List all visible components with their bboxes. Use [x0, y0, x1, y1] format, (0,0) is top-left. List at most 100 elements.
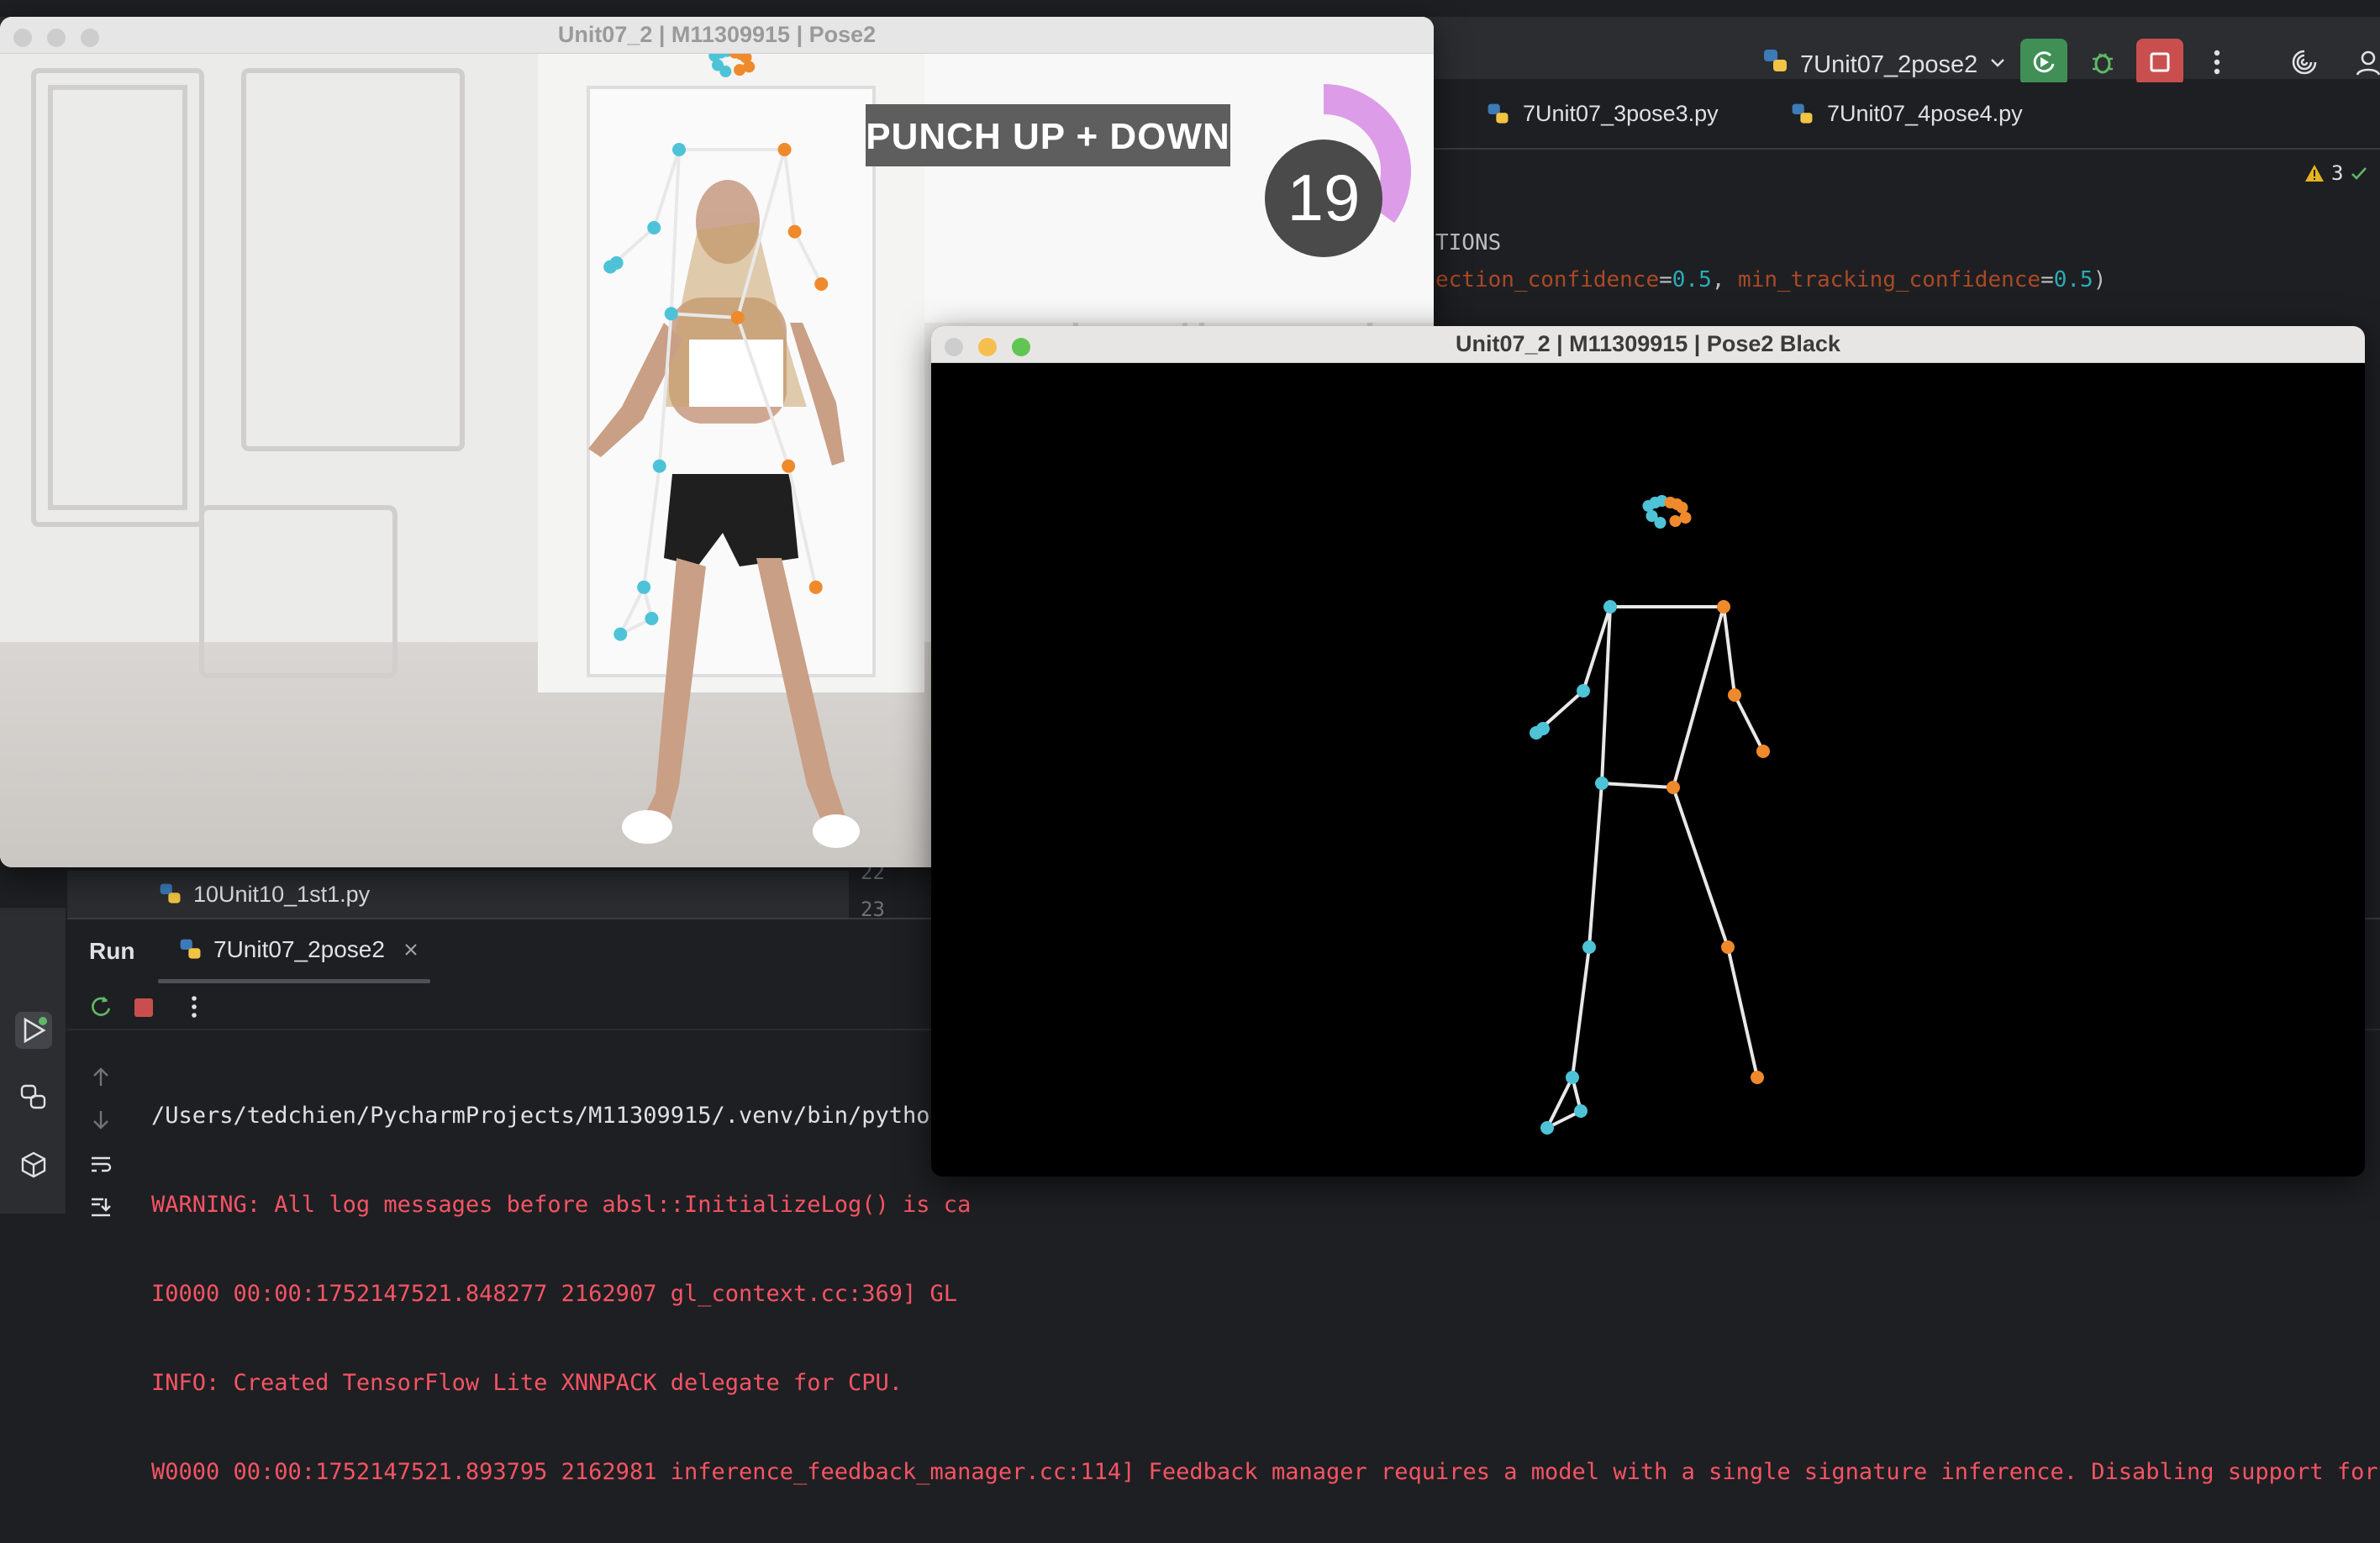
- skeleton-joint: [1574, 1104, 1588, 1118]
- face-landmark: [719, 66, 732, 77]
- window-title-bar[interactable]: Unit07_2 | M11309915 | Pose2 Black: [931, 326, 2365, 363]
- arrow-down-icon[interactable]: [89, 1108, 113, 1131]
- more-options-button[interactable]: [2193, 39, 2240, 86]
- rep-counter: 19: [1287, 161, 1361, 234]
- run-panel-title: Run: [89, 938, 135, 964]
- skeleton-joint: [637, 580, 651, 594]
- close-window-button[interactable]: [945, 338, 963, 356]
- skeleton-joint: [645, 612, 659, 625]
- skeleton-joint: [808, 580, 823, 594]
- tab-7unit07-4pose4[interactable]: 7Unit07_4pose4.py: [1790, 101, 2023, 127]
- console-line: W0000 00:00:1752147521.893795 2162981 in…: [151, 1459, 2380, 1485]
- python-packages-button[interactable]: [15, 1146, 52, 1183]
- account-button[interactable]: [2345, 39, 2380, 86]
- console-line: WARNING: All log messages before absl::I…: [151, 1192, 971, 1218]
- run-icon: [24, 1017, 47, 1044]
- window-title: Unit07_2 | M11309915 | Pose2: [557, 22, 877, 47]
- skeleton-joint: [787, 224, 802, 239]
- run-tab-label: 7Unit07_2pose2: [213, 936, 385, 962]
- skeleton-joint: [1728, 688, 1741, 702]
- code-token: ): [2093, 267, 2107, 292]
- project-file-label: 10Unit10_1st1.py: [193, 881, 371, 907]
- face-landmark: [1654, 517, 1667, 529]
- skeleton-joint: [1540, 1121, 1554, 1135]
- code-line: ection_confidence=0.5, min_tracking_conf…: [1435, 267, 2106, 292]
- run-config-label: 7Unit07_2pose2: [1800, 50, 1978, 78]
- tab-label: 7Unit07_3pose3.py: [1523, 101, 1719, 126]
- face-landmark: [1669, 515, 1682, 527]
- skeleton-joint: [647, 221, 661, 234]
- skeleton-joint: [672, 143, 686, 156]
- minimize-window-button[interactable]: [978, 338, 997, 356]
- stop-button[interactable]: [2136, 39, 2183, 86]
- check-icon: [2351, 167, 2367, 180]
- stop-icon[interactable]: [133, 997, 155, 1019]
- skeleton-joint: [730, 310, 745, 324]
- rerun-icon: [2033, 51, 2055, 73]
- skeleton-joint: [1717, 600, 1730, 614]
- python-icon: [1792, 103, 1813, 124]
- arrow-up-icon[interactable]: [89, 1066, 113, 1089]
- inspection-widget[interactable]: 3: [2304, 161, 2368, 185]
- skeleton-joint: [1721, 940, 1735, 954]
- project-file-item[interactable]: 10Unit10_1st1.py: [67, 871, 849, 918]
- code-line: TIONS: [1435, 230, 1502, 255]
- rerun-button[interactable]: [2020, 39, 2067, 86]
- skeleton-joint: [1566, 1071, 1579, 1084]
- bug-icon: [2093, 53, 2113, 74]
- skeleton-joint: [1536, 722, 1550, 735]
- close-icon[interactable]: [402, 940, 420, 959]
- warning-count: 3: [2331, 161, 2344, 185]
- stop-icon: [2150, 52, 2170, 72]
- code-token: ection_confidence: [1435, 267, 1660, 292]
- console-line: I0000 00:00:1752147521.848277 2162907 gl…: [151, 1281, 958, 1307]
- packages-icon: [21, 1151, 46, 1178]
- python-icon: [1488, 103, 1509, 124]
- pose-black-window[interactable]: Unit07_2 | M11309915 | Pose2 Black: [931, 326, 2365, 1177]
- code-token: 0.5: [2053, 267, 2093, 292]
- face-landmark: [1679, 512, 1692, 524]
- skeleton-joint: [652, 459, 666, 473]
- tab-label: 7Unit07_4pose4.py: [1827, 101, 2023, 126]
- skeleton-joint: [664, 307, 678, 321]
- zoom-window-button[interactable]: [81, 29, 99, 47]
- user-icon: [2356, 50, 2380, 76]
- skeleton-joint: [814, 276, 829, 291]
- skeleton-joint: [609, 255, 624, 270]
- run-tool-button[interactable]: [15, 1012, 52, 1049]
- run-config-selector[interactable]: 7Unit07_2pose2: [1761, 47, 2008, 82]
- python-icon: [180, 939, 201, 959]
- close-window-button[interactable]: [13, 29, 32, 47]
- ai-assistant-button[interactable]: [2281, 39, 2328, 86]
- debug-button[interactable]: [2079, 39, 2126, 86]
- rerun-icon[interactable]: [87, 993, 114, 1020]
- code-token: =: [1659, 267, 1672, 292]
- console-line: INFO: Created TensorFlow Lite XNNPACK de…: [151, 1370, 903, 1396]
- run-tab[interactable]: 7Unit07_2pose2: [178, 936, 420, 963]
- code-token: 0.5: [1672, 267, 1712, 292]
- more-vertical-icon: [2214, 50, 2220, 75]
- exercise-banner: PUNCH UP + DOWN: [866, 116, 1229, 157]
- chevron-down-icon: [1988, 51, 2008, 79]
- skeleton-joint: [777, 143, 792, 156]
- minimize-window-button[interactable]: [47, 29, 66, 47]
- skeleton-joint: [1667, 781, 1680, 794]
- skeleton-joint: [782, 459, 796, 473]
- soft-wrap-icon[interactable]: [89, 1153, 113, 1177]
- python-console-icon: [20, 1084, 46, 1109]
- run-tab-indicator: [158, 979, 430, 983]
- python-console-button[interactable]: [15, 1079, 52, 1116]
- window-title-bar[interactable]: Unit07_2 | M11309915 | Pose2: [0, 17, 1434, 54]
- scroll-to-end-icon[interactable]: [89, 1195, 113, 1219]
- code-token: =: [2040, 267, 2054, 292]
- skeleton-joint: [1751, 1071, 1764, 1084]
- tab-7unit07-3pose3[interactable]: 7Unit07_3pose3.py: [1486, 101, 1719, 127]
- face-landmark: [1676, 502, 1688, 513]
- python-icon: [1761, 47, 1790, 82]
- zoom-window-button[interactable]: [1012, 338, 1030, 356]
- tool-window-strip: [0, 908, 67, 1214]
- more-vertical-icon[interactable]: [190, 993, 198, 1020]
- pose-canvas: [931, 363, 2365, 1177]
- skeleton-joint: [1577, 684, 1590, 698]
- code-token: ,: [1711, 267, 1739, 292]
